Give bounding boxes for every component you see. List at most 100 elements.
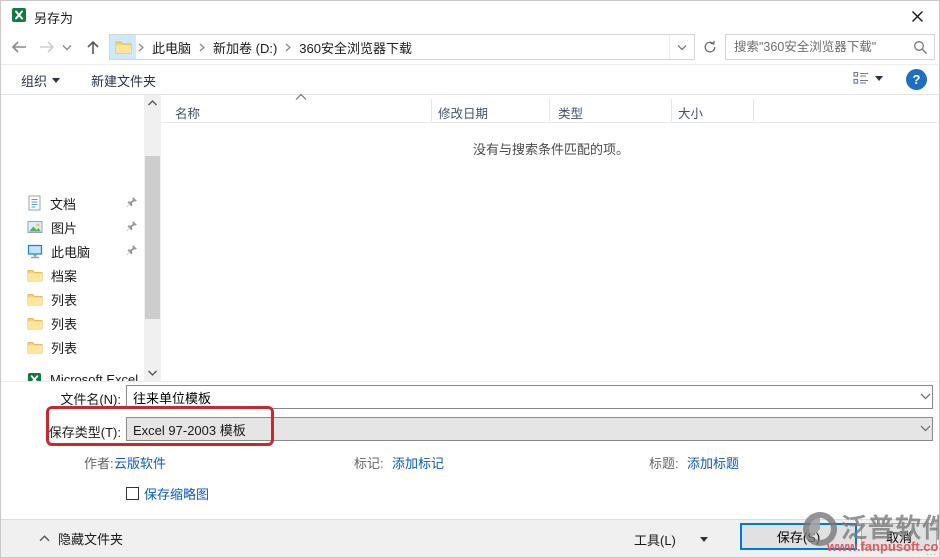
search-box xyxy=(725,34,935,60)
chevron-right-icon xyxy=(197,43,207,52)
view-mode-button[interactable] xyxy=(853,71,883,86)
search-input[interactable] xyxy=(726,35,908,59)
sidebar-scrollbar[interactable] xyxy=(144,95,161,381)
organize-label: 组织 xyxy=(21,74,48,89)
column-name[interactable]: 名称 xyxy=(175,103,200,122)
recent-locations-icon[interactable] xyxy=(59,35,75,59)
chevron-down-icon xyxy=(52,78,61,83)
breadcrumb-folder[interactable]: 360安全浏览器下载 xyxy=(293,38,418,57)
pin-icon xyxy=(126,220,138,232)
scrollbar-thumb[interactable] xyxy=(145,156,160,319)
chevron-down-icon xyxy=(875,76,883,81)
sidebar-item-label: Microsoft Excel xyxy=(50,371,139,382)
save-thumbnail-label: 保存缩略图 xyxy=(144,487,210,502)
command-toolbar: 组织 新建文件夹 ? xyxy=(1,65,939,95)
sidebar-item-list-2[interactable]: 列表 xyxy=(1,311,144,335)
footer-bar: 隐藏文件夹 工具(L) 保存(S) 取消 .:: xyxy=(1,519,939,557)
scroll-down-icon[interactable] xyxy=(144,365,161,381)
address-dropdown-icon[interactable] xyxy=(669,35,694,59)
sidebar-item-label: 列表 xyxy=(51,340,78,356)
sidebar-item-archive[interactable]: 档案 xyxy=(1,263,144,287)
excel-icon xyxy=(27,372,42,381)
sidebar-item-label: 列表 xyxy=(51,316,78,332)
refresh-icon[interactable] xyxy=(699,36,721,58)
column-size[interactable]: 大小 xyxy=(678,103,703,122)
empty-results-message: 没有与搜索条件匹配的项。 xyxy=(472,142,629,157)
chevron-right-icon xyxy=(283,43,293,52)
pin-icon xyxy=(126,244,138,256)
sidebar-item-label: 档案 xyxy=(51,268,78,284)
author-label: 作者: xyxy=(84,456,114,471)
document-icon xyxy=(27,195,42,211)
navigation-bar: 此电脑 新加卷 (D:) 360安全浏览器下载 xyxy=(1,29,939,65)
sidebar-item-label: 文档 xyxy=(50,196,77,212)
title-label: 标题: xyxy=(649,456,679,471)
add-title-link[interactable]: 添加标题 xyxy=(687,453,739,472)
sidebar-item-label: 列表 xyxy=(51,292,78,308)
sidebar-item-label: 此电脑 xyxy=(51,244,91,260)
hide-folders-button[interactable]: 隐藏文件夹 xyxy=(39,529,123,548)
tags-label: 标记: xyxy=(354,456,384,471)
savetype-label: 保存类型(T): xyxy=(48,425,121,440)
column-headers: 名称 修改日期 类型 大小 xyxy=(161,97,939,123)
help-glyph: ? xyxy=(912,72,921,87)
column-divider[interactable] xyxy=(549,99,550,121)
folder-icon xyxy=(27,341,43,354)
sidebar-item-pictures[interactable]: 图片 xyxy=(1,215,144,239)
savetype-select[interactable]: Excel 97-2003 模板 xyxy=(126,417,933,441)
column-modified[interactable]: 修改日期 xyxy=(438,103,488,122)
save-fields: 文件名(N): 保存类型(T): Excel 97-2003 模板 作者: 云版… xyxy=(1,381,939,519)
sidebar-item-documents[interactable]: 文档 xyxy=(1,191,144,215)
sidebar-item-list-1[interactable]: 列表 xyxy=(1,287,144,311)
tools-button[interactable]: 工具(L) xyxy=(634,530,708,549)
savetype-value: Excel 97-2003 模板 xyxy=(133,422,246,438)
new-folder-button[interactable]: 新建文件夹 xyxy=(91,71,156,90)
breadcrumb-this-pc[interactable]: 此电脑 xyxy=(146,38,197,57)
organize-button[interactable]: 组织 xyxy=(21,71,61,90)
pin-icon xyxy=(126,196,138,208)
address-bar[interactable]: 此电脑 新加卷 (D:) 360安全浏览器下载 xyxy=(109,34,695,60)
column-divider[interactable] xyxy=(671,99,672,121)
sidebar-item-microsoft-excel[interactable]: Microsoft Excel xyxy=(1,367,144,381)
column-type[interactable]: 类型 xyxy=(558,103,583,122)
filename-input[interactable] xyxy=(126,385,933,409)
folder-icon xyxy=(27,269,43,282)
forward-icon[interactable] xyxy=(35,35,59,59)
add-tag-link[interactable]: 添加标记 xyxy=(392,453,444,472)
sidebar-item-list-3[interactable]: 列表 xyxy=(1,335,144,359)
title-bar: 另存为 xyxy=(1,1,939,29)
excel-icon xyxy=(11,7,27,23)
folder-icon xyxy=(27,293,43,306)
file-list: 名称 修改日期 类型 大小 没有与搜索条件匹配的项。 xyxy=(161,93,939,381)
column-divider[interactable] xyxy=(753,99,754,121)
navigation-pane: 文档 图片 此电脑 档案 列表 列表 列表 Microsoft Excel xyxy=(1,95,144,381)
save-button[interactable]: 保存(S) xyxy=(740,523,857,550)
folder-icon xyxy=(110,35,136,59)
save-thumbnail-option[interactable]: 保存缩略图 xyxy=(126,484,209,503)
hide-folders-label: 隐藏文件夹 xyxy=(58,532,124,547)
sidebar-item-label: 图片 xyxy=(51,220,78,236)
filename-label: 文件名(N): xyxy=(60,392,121,407)
close-icon[interactable] xyxy=(907,6,927,26)
chevron-up-icon xyxy=(39,535,50,542)
up-icon[interactable] xyxy=(81,35,105,59)
sidebar-item-this-pc-pinned[interactable]: 此电脑 xyxy=(1,239,144,263)
column-divider[interactable] xyxy=(431,99,432,121)
folder-icon xyxy=(27,317,43,330)
author-link[interactable]: 云版软件 xyxy=(114,453,166,472)
picture-icon xyxy=(27,220,43,234)
details-view-icon xyxy=(853,71,870,86)
help-button[interactable]: ? xyxy=(906,69,927,90)
new-folder-label: 新建文件夹 xyxy=(91,74,157,89)
chevron-down-icon xyxy=(699,537,708,542)
checkbox-unchecked-icon[interactable] xyxy=(126,487,139,500)
resize-grip[interactable]: .:: xyxy=(926,547,937,557)
computer-icon xyxy=(27,244,43,259)
back-icon[interactable] xyxy=(7,35,31,59)
dialog-title: 另存为 xyxy=(34,11,74,26)
cancel-button[interactable]: 取消 xyxy=(861,523,937,550)
tools-label: 工具(L) xyxy=(634,533,676,548)
breadcrumb-drive-d[interactable]: 新加卷 (D:) xyxy=(207,38,283,57)
scroll-up-icon[interactable] xyxy=(144,95,161,111)
search-icon[interactable] xyxy=(913,40,928,55)
